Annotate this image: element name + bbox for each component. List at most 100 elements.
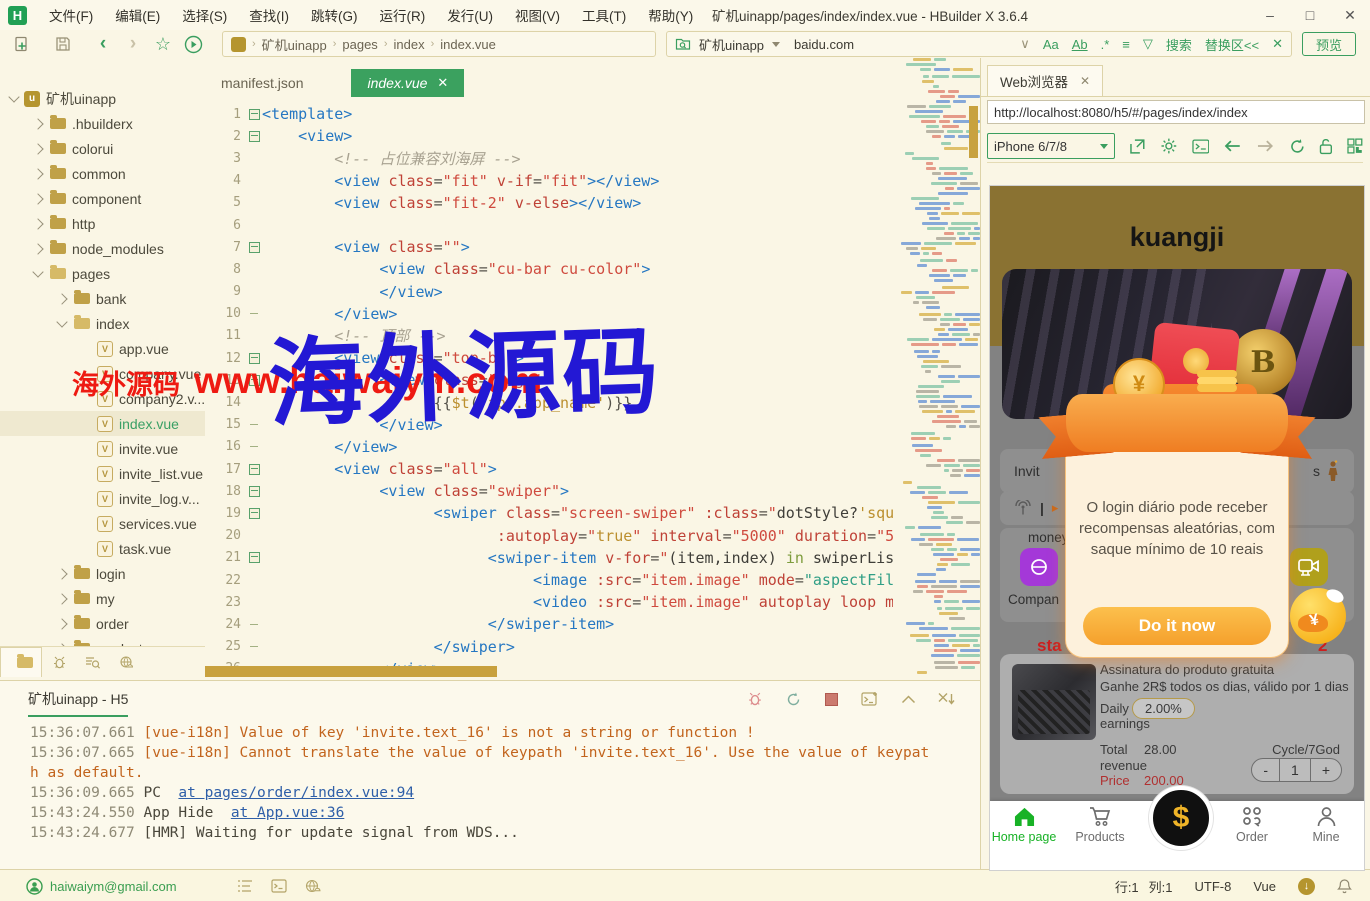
chevron-right-icon[interactable]: [56, 593, 67, 604]
code-line-22[interactable]: 22 <image :src="item.image" mode="aspect…: [205, 569, 893, 591]
code-line-15[interactable]: 15 </view>: [205, 414, 893, 436]
console-bug-icon[interactable]: [747, 691, 763, 707]
fold-marker-icon[interactable]: [246, 486, 262, 497]
forward-icon[interactable]: ›: [118, 32, 148, 56]
close-button[interactable]: ✕: [1330, 0, 1370, 30]
menu-item-6[interactable]: 发行(U): [437, 2, 503, 28]
tree-folder-uinapp[interactable]: 矿机uinapp: [0, 86, 205, 111]
regex-toggle[interactable]: .*: [1101, 37, 1110, 52]
fold-box-icon[interactable]: [249, 552, 260, 563]
tree-file-company.vue[interactable]: company.vue: [0, 361, 205, 386]
chick-mascot[interactable]: ¥: [1290, 584, 1348, 644]
tree-file-index.vue[interactable]: index.vue: [0, 411, 205, 436]
console-clear-icon[interactable]: [938, 692, 956, 706]
menu-item-9[interactable]: 帮助(Y): [638, 2, 703, 28]
company-menu-label[interactable]: Compan: [1008, 592, 1059, 607]
code-line-11[interactable]: 11 <!-- 顶部 -->: [205, 325, 893, 347]
tree-folder-login[interactable]: login: [0, 561, 205, 586]
terminal-icon[interactable]: [271, 879, 287, 893]
notification-bell-icon[interactable]: [1337, 878, 1352, 894]
tree-folder-pages[interactable]: pages: [0, 261, 205, 286]
tab-home-page[interactable]: Home page: [992, 806, 1056, 844]
outline-list-icon[interactable]: [237, 879, 253, 893]
tree-folder-.hbuilderx[interactable]: .hbuilderx: [0, 111, 205, 136]
browser-tab[interactable]: Web浏览器 ✕: [987, 65, 1103, 96]
menu-item-1[interactable]: 编辑(E): [105, 2, 170, 28]
chevron-down-icon[interactable]: [32, 266, 43, 277]
code-line-21[interactable]: 21 <swiper-item v-for="(item,index) in s…: [205, 547, 893, 569]
tree-folder-my[interactable]: my: [0, 586, 205, 611]
globe-cloud-icon[interactable]: [305, 879, 322, 893]
code-line-19[interactable]: 19 <swiper class="screen-swiper" :class=…: [205, 502, 893, 524]
console-line-5[interactable]: 15:43:24.677 [HMR] Waiting for update si…: [30, 825, 980, 845]
console-source-link[interactable]: at App.vue:36: [231, 805, 345, 821]
nav-back-icon[interactable]: [1223, 139, 1242, 153]
minimap-slider[interactable]: [969, 106, 978, 158]
fold-marker-icon[interactable]: [246, 375, 262, 386]
console-line-1[interactable]: 15:36:07.665 [vue-i18n] Cannot translate…: [30, 745, 980, 765]
tab-products[interactable]: Products: [1068, 806, 1132, 844]
fold-marker-icon[interactable]: [246, 353, 262, 364]
fold-marker-icon[interactable]: [246, 131, 262, 142]
lock-open-icon[interactable]: [1319, 138, 1333, 155]
search-query[interactable]: baidu.com: [794, 37, 854, 52]
code-line-3[interactable]: 3 <!-- 占位兼容刘海屏 -->: [205, 147, 893, 169]
maximize-button[interactable]: □: [1290, 0, 1330, 30]
tree-file-task.vue[interactable]: task.vue: [0, 536, 205, 561]
chevron-right-icon[interactable]: [32, 193, 43, 204]
horizontal-scrollbar[interactable]: [205, 666, 497, 677]
debug-bug-icon[interactable]: [42, 648, 76, 677]
company-menu-icon[interactable]: [1020, 548, 1058, 586]
menu-item-5[interactable]: 运行(R): [370, 2, 436, 28]
fold-box-icon[interactable]: [249, 131, 260, 142]
close-search-icon[interactable]: ✕: [1272, 36, 1283, 52]
quantity-stepper[interactable]: - 1 +: [1251, 758, 1342, 782]
fold-box-icon[interactable]: [249, 464, 260, 475]
fold-marker-icon[interactable]: [246, 508, 262, 519]
breadcrumb-part-1[interactable]: pages: [342, 37, 377, 52]
chevron-right-icon[interactable]: [32, 218, 43, 229]
qty-minus-button[interactable]: -: [1252, 759, 1279, 781]
tree-folder-order[interactable]: order: [0, 611, 205, 636]
code-line-5[interactable]: 5 <view class="fit-2" v-else></view>: [205, 192, 893, 214]
console-collapse-icon[interactable]: [901, 694, 916, 704]
back-icon[interactable]: ‹: [88, 32, 118, 56]
tree-file-company2.v...[interactable]: company2.v...: [0, 386, 205, 411]
tab-manifest-json[interactable]: manifest.json: [205, 69, 319, 97]
search-button[interactable]: 搜索: [1166, 35, 1192, 54]
breadcrumb-part-0[interactable]: 矿机uinapp: [262, 35, 327, 54]
tree-file-invite_list.vue[interactable]: invite_list.vue: [0, 461, 205, 486]
fold-box-icon[interactable]: [249, 109, 260, 120]
star-icon[interactable]: ☆: [148, 32, 178, 56]
tree-folder-bank[interactable]: bank: [0, 286, 205, 311]
refresh-icon[interactable]: [1289, 138, 1306, 155]
tree-folder-colorui[interactable]: colorui: [0, 136, 205, 161]
menu-item-8[interactable]: 工具(T): [572, 2, 636, 28]
replace-button[interactable]: 替换区<<: [1205, 35, 1259, 54]
account-badge[interactable]: haiwaiym@gmail.com: [26, 878, 177, 895]
breadcrumb-part-2[interactable]: index: [393, 37, 424, 52]
run-icon[interactable]: [178, 32, 208, 56]
tree-folder-http[interactable]: http: [0, 211, 205, 236]
breadcrumb[interactable]: ›矿机uinapp›pages›index›index.vue: [222, 31, 656, 57]
console-line-4[interactable]: 15:43:24.550 App Hide at App.vue:36: [30, 805, 980, 825]
cursor-line[interactable]: 行:1: [1115, 877, 1139, 896]
menu-item-4[interactable]: 跳转(G): [301, 2, 368, 28]
minimize-button[interactable]: –: [1250, 0, 1290, 30]
code-line-25[interactable]: 25 </swiper>: [205, 636, 893, 658]
chevron-right-icon[interactable]: [32, 118, 43, 129]
tree-file-invite_log.v...[interactable]: invite_log.v...: [0, 486, 205, 511]
filter-icon[interactable]: ▽: [1143, 36, 1153, 52]
code-line-7[interactable]: 7 <view class="">: [205, 236, 893, 258]
fold-box-icon[interactable]: [249, 508, 260, 519]
console-source-link[interactable]: at pages/order/index.vue:94: [178, 785, 414, 801]
tree-folder-node_modules[interactable]: node_modules: [0, 236, 205, 261]
code-line-2[interactable]: 2 <view>: [205, 125, 893, 147]
chevron-down-icon[interactable]: [8, 91, 19, 102]
browser-url-input[interactable]: [987, 100, 1365, 124]
fold-box-icon[interactable]: [249, 242, 260, 253]
fold-marker-icon[interactable]: [246, 552, 262, 563]
tree-folder-index[interactable]: index: [0, 311, 205, 336]
tree-file-invite.vue[interactable]: invite.vue: [0, 436, 205, 461]
menu-money-label[interactable]: money: [1028, 530, 1069, 545]
